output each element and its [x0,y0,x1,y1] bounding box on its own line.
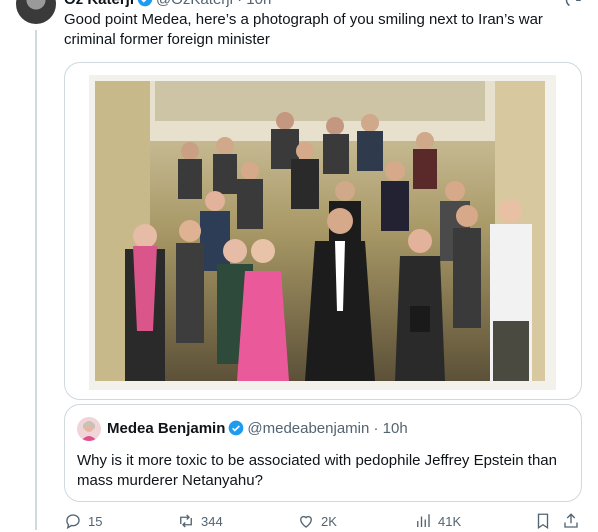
views-chart-icon [417,514,430,527]
quoted-author-avatar[interactable] [77,417,101,441]
heart-icon [300,515,312,528]
quoted-tweet-text: Why is it more toxic to be associated wi… [77,452,557,489]
photo-frame [89,75,556,390]
retweet-button[interactable]: 344 [177,512,223,530]
author-name[interactable]: Oz Katerji [64,0,134,8]
share-icon [564,513,578,528]
thread-connector-line [35,30,37,530]
views-count: 41K [438,513,462,529]
reply-button[interactable]: 15 [64,512,102,530]
reply-icon [66,514,80,530]
tweet-media-card[interactable] [64,62,582,400]
share-button[interactable] [562,512,580,530]
bookmark-icon [537,513,549,530]
quoted-tweet-card[interactable]: Medea Benjamin @medeabenjamin · 10h Why i… [64,404,582,502]
grok-icon[interactable] [565,0,583,10]
verified-badge-icon [137,0,153,7]
retweet-icon [180,514,192,528]
quoted-verified-badge-icon [229,420,244,436]
bookmark-button[interactable] [534,512,552,530]
reply-count: 15 [88,513,103,529]
author-handle-time[interactable]: @OzKaterji · 10h [156,0,271,8]
quoted-tweet-header: Medea Benjamin @medeabenjamin · 10h [107,420,408,437]
like-count: 2K [321,513,337,529]
author-avatar[interactable] [16,0,56,24]
views-button[interactable]: 41K [414,512,461,530]
tweet-action-bar: 15 344 2K 41K [64,512,580,532]
quoted-author-name[interactable]: Medea Benjamin [107,420,225,437]
like-button[interactable]: 2K [297,512,337,530]
quoted-author-handle-time[interactable]: @medeabenjamin · 10h [247,420,407,437]
retweet-count: 344 [201,513,223,529]
group-photograph[interactable] [95,81,545,381]
tweet-header: Oz Katerji @OzKaterji · 10h [64,0,271,8]
tweet-body-text: Good point Medea, here’s a photograph of… [64,11,543,48]
